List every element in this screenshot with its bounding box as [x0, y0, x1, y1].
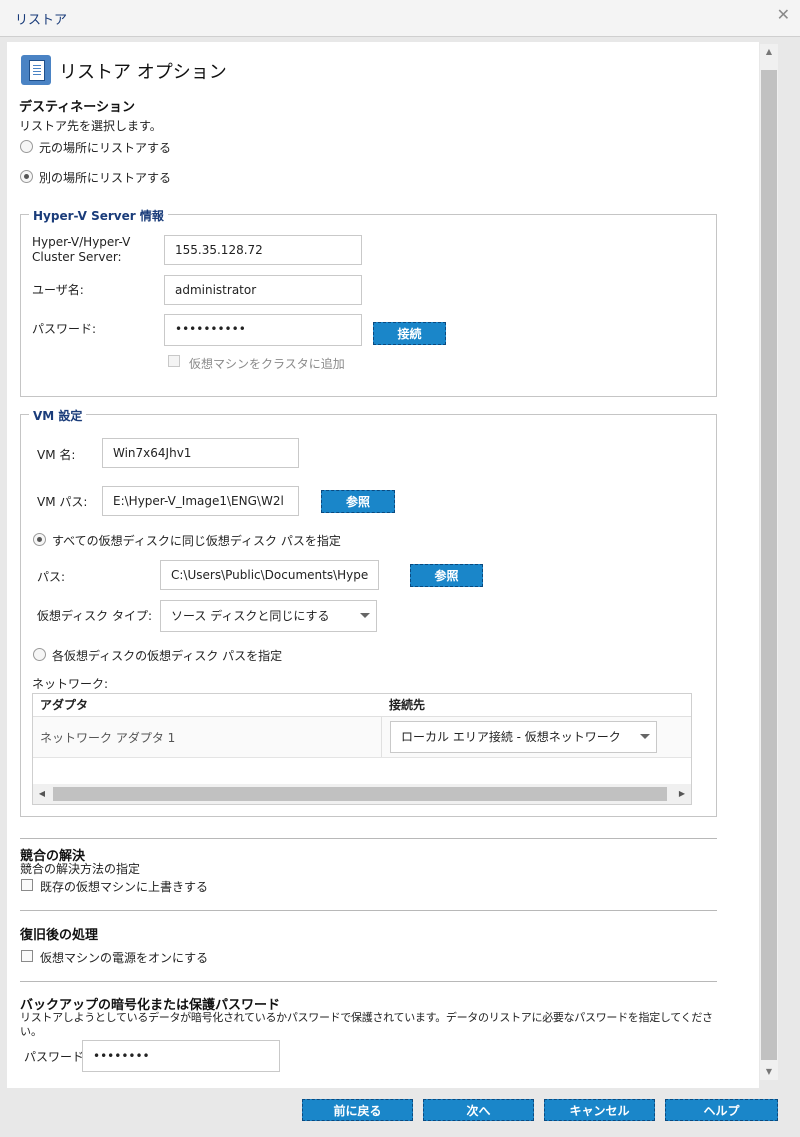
- conflict-subtitle: 競合の解決方法の指定: [20, 862, 141, 876]
- restore-options-icon: [21, 55, 51, 85]
- server-input[interactable]: 155.35.128.72: [164, 235, 362, 265]
- add-to-cluster-label: 仮想マシンをクラスタに追加: [189, 357, 345, 371]
- adapter-cell: ネットワーク アダプタ 1: [40, 731, 176, 745]
- adapter-column-header: アダプタ: [40, 698, 89, 712]
- vm-path-input[interactable]: E:\Hyper-V_Image1\ENG\W2l: [102, 486, 299, 516]
- encryption-description-line1: リストアしようとしているデータが暗号化されているかパスワードで保護されています。…: [20, 1011, 713, 1024]
- network-grid-scrollbar[interactable]: ◀ ▶: [33, 784, 691, 804]
- server-label-line1: Hyper-V/Hyper-V: [32, 235, 131, 249]
- connect-button[interactable]: 接続: [373, 322, 446, 345]
- password-label: パスワード:: [32, 322, 97, 336]
- encryption-password-label: パスワード: [24, 1050, 85, 1064]
- destination-title: デスティネーション: [19, 100, 135, 115]
- disk-type-label: 仮想ディスク タイプ:: [37, 609, 153, 623]
- password-input[interactable]: ••••••••••: [164, 314, 362, 346]
- restore-original-radio[interactable]: [20, 140, 33, 153]
- connection-select[interactable]: ローカル エリア接続 - 仮想ネットワーク: [390, 721, 657, 753]
- same-disk-path-radio[interactable]: [33, 533, 46, 546]
- divider: [20, 981, 717, 982]
- disk-path-input[interactable]: C:\Users\Public\Documents\Hype: [160, 560, 379, 590]
- overwrite-vm-label[interactable]: 既存の仮想マシンに上書きする: [40, 878, 208, 895]
- power-on-vm-checkbox[interactable]: [21, 950, 33, 962]
- table-row[interactable]: ネットワーク アダプタ 1 ローカル エリア接続 - 仮想ネットワーク: [33, 717, 691, 758]
- restore-options-panel: リストア オプション デスティネーション リストア先を選択します。 元の場所にリ…: [7, 42, 759, 1088]
- user-input[interactable]: administrator: [164, 275, 362, 305]
- scrollbar-thumb[interactable]: [761, 70, 777, 1060]
- divider: [20, 838, 717, 839]
- vm-path-label: VM パス:: [37, 495, 88, 509]
- disk-path-label: パス:: [37, 570, 66, 584]
- connection-value: ローカル エリア接続 - 仮想ネットワーク: [401, 730, 621, 744]
- help-button[interactable]: ヘルプ: [665, 1099, 778, 1121]
- scroll-down-icon[interactable]: ▼: [760, 1064, 778, 1080]
- content-scrollbar[interactable]: ▲ ▼: [760, 44, 778, 1080]
- cancel-button[interactable]: キャンセル: [544, 1099, 655, 1121]
- scroll-left-icon[interactable]: ◀: [33, 784, 51, 804]
- same-disk-path-label[interactable]: すべての仮想ディスクに同じ仮想ディスク パスを指定: [52, 532, 341, 549]
- scrollbar-thumb[interactable]: [53, 787, 667, 801]
- hyperv-server-legend: Hyper-V Server 情報: [29, 207, 168, 224]
- encryption-password-input[interactable]: ••••••••: [82, 1040, 280, 1072]
- power-on-vm-label[interactable]: 仮想マシンの電源をオンにする: [40, 949, 208, 966]
- vm-name-input[interactable]: Win7x64Jhv1: [102, 438, 299, 468]
- restore-alternate-radio[interactable]: [20, 170, 33, 183]
- each-disk-path-label[interactable]: 各仮想ディスクの仮想ディスク パスを指定: [52, 647, 282, 664]
- vm-settings-legend: VM 設定: [29, 407, 87, 424]
- encryption-description-line2: い。: [20, 1025, 42, 1038]
- page-title: リストア オプション: [59, 62, 227, 83]
- chevron-down-icon: [360, 613, 370, 618]
- back-button[interactable]: 前に戻る: [302, 1099, 413, 1121]
- scroll-right-icon[interactable]: ▶: [673, 784, 691, 804]
- close-icon[interactable]: ✕: [777, 5, 790, 24]
- restore-original-label[interactable]: 元の場所にリストアする: [39, 139, 171, 156]
- chevron-down-icon: [640, 734, 650, 739]
- destination-subtitle: リストア先を選択します。: [19, 119, 162, 133]
- post-recovery-title: 復旧後の処理: [20, 928, 99, 943]
- user-label: ユーザ名:: [32, 283, 84, 297]
- divider: [20, 910, 717, 911]
- disk-type-value: ソース ディスクと同じにする: [171, 609, 330, 623]
- dialog-title: リストア: [15, 13, 68, 28]
- overwrite-vm-checkbox[interactable]: [21, 879, 33, 891]
- network-label: ネットワーク:: [32, 677, 109, 691]
- server-label-line2: Cluster Server:: [32, 250, 122, 264]
- vm-name-label: VM 名:: [37, 448, 76, 462]
- next-button[interactable]: 次へ: [423, 1099, 534, 1121]
- each-disk-path-radio[interactable]: [33, 648, 46, 661]
- restore-alternate-label[interactable]: 別の場所にリストアする: [39, 169, 171, 186]
- disk-type-select[interactable]: ソース ディスクと同じにする: [160, 600, 377, 632]
- dialog-titlebar: リストア ✕: [0, 0, 800, 37]
- network-grid-header: アダプタ 接続先: [33, 694, 691, 717]
- add-to-cluster-checkbox[interactable]: [168, 355, 180, 367]
- browse-disk-path-button[interactable]: 参照: [410, 564, 483, 587]
- network-grid: アダプタ 接続先 ネットワーク アダプタ 1 ローカル エリア接続 - 仮想ネッ…: [32, 693, 692, 805]
- browse-vm-path-button[interactable]: 参照: [321, 490, 395, 513]
- connection-column-header: 接続先: [389, 698, 426, 712]
- scroll-up-icon[interactable]: ▲: [760, 44, 778, 60]
